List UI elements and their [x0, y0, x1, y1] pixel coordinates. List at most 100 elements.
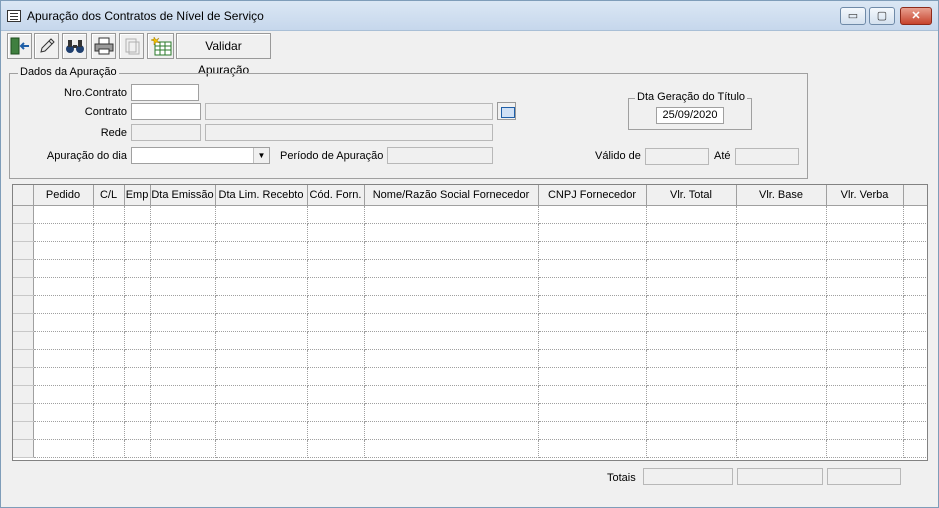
grid-cell[interactable] [903, 349, 927, 368]
print-button[interactable] [91, 33, 116, 59]
grid-cell[interactable] [150, 313, 216, 332]
grid-cell[interactable] [93, 313, 125, 332]
grid-cell[interactable] [646, 259, 737, 278]
grid-cell[interactable] [826, 313, 904, 332]
grid-cell[interactable] [538, 367, 647, 386]
grid-cell[interactable] [538, 439, 647, 458]
grid-cell[interactable] [93, 331, 125, 350]
grid-cell[interactable] [93, 403, 125, 422]
grid-cell[interactable] [215, 349, 308, 368]
grid-cell[interactable] [646, 349, 737, 368]
grid-cell[interactable] [33, 313, 94, 332]
grid-cell[interactable] [93, 421, 125, 440]
grid-cell[interactable] [215, 313, 308, 332]
grid-cell[interactable] [215, 403, 308, 422]
grid-cell[interactable] [307, 439, 365, 458]
grid-cell[interactable] [538, 421, 647, 440]
grid-cell[interactable] [903, 205, 927, 224]
grid-cell[interactable] [736, 277, 827, 296]
maximize-button[interactable]: ▢ [869, 7, 895, 25]
grid-cell[interactable] [33, 367, 94, 386]
grid-cell[interactable] [364, 205, 539, 224]
table-row[interactable] [13, 421, 927, 440]
grid-cell[interactable] [538, 331, 647, 350]
grid-cell[interactable] [33, 241, 94, 260]
grid-cell[interactable] [903, 331, 927, 350]
grid-cell[interactable] [93, 205, 125, 224]
grid-cell[interactable] [646, 421, 737, 440]
grid-cell[interactable] [215, 277, 308, 296]
grid-cell[interactable] [215, 241, 308, 260]
grid-cell[interactable] [903, 223, 927, 242]
table-row[interactable] [13, 241, 927, 260]
grid-cell[interactable] [736, 205, 827, 224]
grid-cell[interactable] [215, 205, 308, 224]
column-header[interactable]: Nome/Razão Social Fornecedor [364, 185, 539, 206]
grid-cell[interactable] [124, 331, 151, 350]
pedidos-grid[interactable]: Pedido C/L Emp Dta Emissão Dta Lim. Rece… [12, 184, 928, 461]
grid-cell[interactable] [33, 295, 94, 314]
grid-cell[interactable] [150, 349, 216, 368]
grid-cell[interactable] [307, 349, 365, 368]
grid-cell[interactable] [364, 259, 539, 278]
grid-cell[interactable] [646, 313, 737, 332]
grid-cell[interactable] [736, 241, 827, 260]
grid-cell[interactable] [93, 349, 125, 368]
nro-contrato-input[interactable] [131, 84, 199, 101]
grid-cell[interactable] [33, 259, 94, 278]
column-header[interactable]: CNPJ Fornecedor [538, 185, 647, 206]
grid-cell[interactable] [150, 421, 216, 440]
grid-cell[interactable] [826, 223, 904, 242]
grid-cell[interactable] [903, 367, 927, 386]
grid-cell[interactable] [33, 331, 94, 350]
grid-cell[interactable] [903, 403, 927, 422]
grid-cell[interactable] [307, 403, 365, 422]
grid-cell[interactable] [364, 331, 539, 350]
grid-cell[interactable] [124, 205, 151, 224]
grid-cell[interactable] [307, 295, 365, 314]
table-row[interactable] [13, 385, 927, 404]
grid-cell[interactable] [364, 385, 539, 404]
grid-cell[interactable] [215, 295, 308, 314]
dta-geracao-input[interactable]: 25/09/2020 [656, 107, 724, 124]
grid-cell[interactable] [150, 223, 216, 242]
column-header[interactable]: Dta Emissão [150, 185, 216, 206]
grid-cell[interactable] [33, 349, 94, 368]
exit-button[interactable] [7, 33, 32, 59]
column-header[interactable]: Vlr. Total [646, 185, 737, 206]
table-row[interactable] [13, 259, 927, 278]
grid-cell[interactable] [93, 241, 125, 260]
grid-cell[interactable] [150, 241, 216, 260]
column-header[interactable]: Emp [124, 185, 151, 206]
grid-cell[interactable] [33, 439, 94, 458]
grid-cell[interactable] [538, 295, 647, 314]
grid-cell[interactable] [646, 205, 737, 224]
grid-cell[interactable] [903, 295, 927, 314]
grid-cell[interactable] [646, 385, 737, 404]
grid-cell[interactable] [150, 259, 216, 278]
table-row[interactable] [13, 403, 927, 422]
contrato-lookup-button[interactable] [497, 102, 516, 120]
grid-cell[interactable] [307, 259, 365, 278]
grid-cell[interactable] [736, 259, 827, 278]
grid-cell[interactable] [826, 349, 904, 368]
grid-cell[interactable] [307, 367, 365, 386]
grid-cell[interactable] [826, 439, 904, 458]
contrato-code-input[interactable] [131, 103, 201, 120]
validar-apuracao-button[interactable]: Validar Apuração [176, 33, 271, 77]
column-header[interactable]: C/L [93, 185, 125, 206]
table-row[interactable] [13, 331, 927, 350]
grid-cell[interactable] [646, 241, 737, 260]
grid-cell[interactable] [150, 331, 216, 350]
table-row[interactable] [13, 439, 927, 458]
grid-cell[interactable] [646, 403, 737, 422]
grid-cell[interactable] [124, 421, 151, 440]
grid-cell[interactable] [736, 223, 827, 242]
grid-cell[interactable] [538, 403, 647, 422]
grid-cell[interactable] [33, 403, 94, 422]
grid-cell[interactable] [364, 349, 539, 368]
column-header[interactable]: Vlr. Base [736, 185, 827, 206]
grid-cell[interactable] [538, 385, 647, 404]
grid-cell[interactable] [736, 421, 827, 440]
column-header[interactable]: Dta Lim. Recebto [215, 185, 308, 206]
